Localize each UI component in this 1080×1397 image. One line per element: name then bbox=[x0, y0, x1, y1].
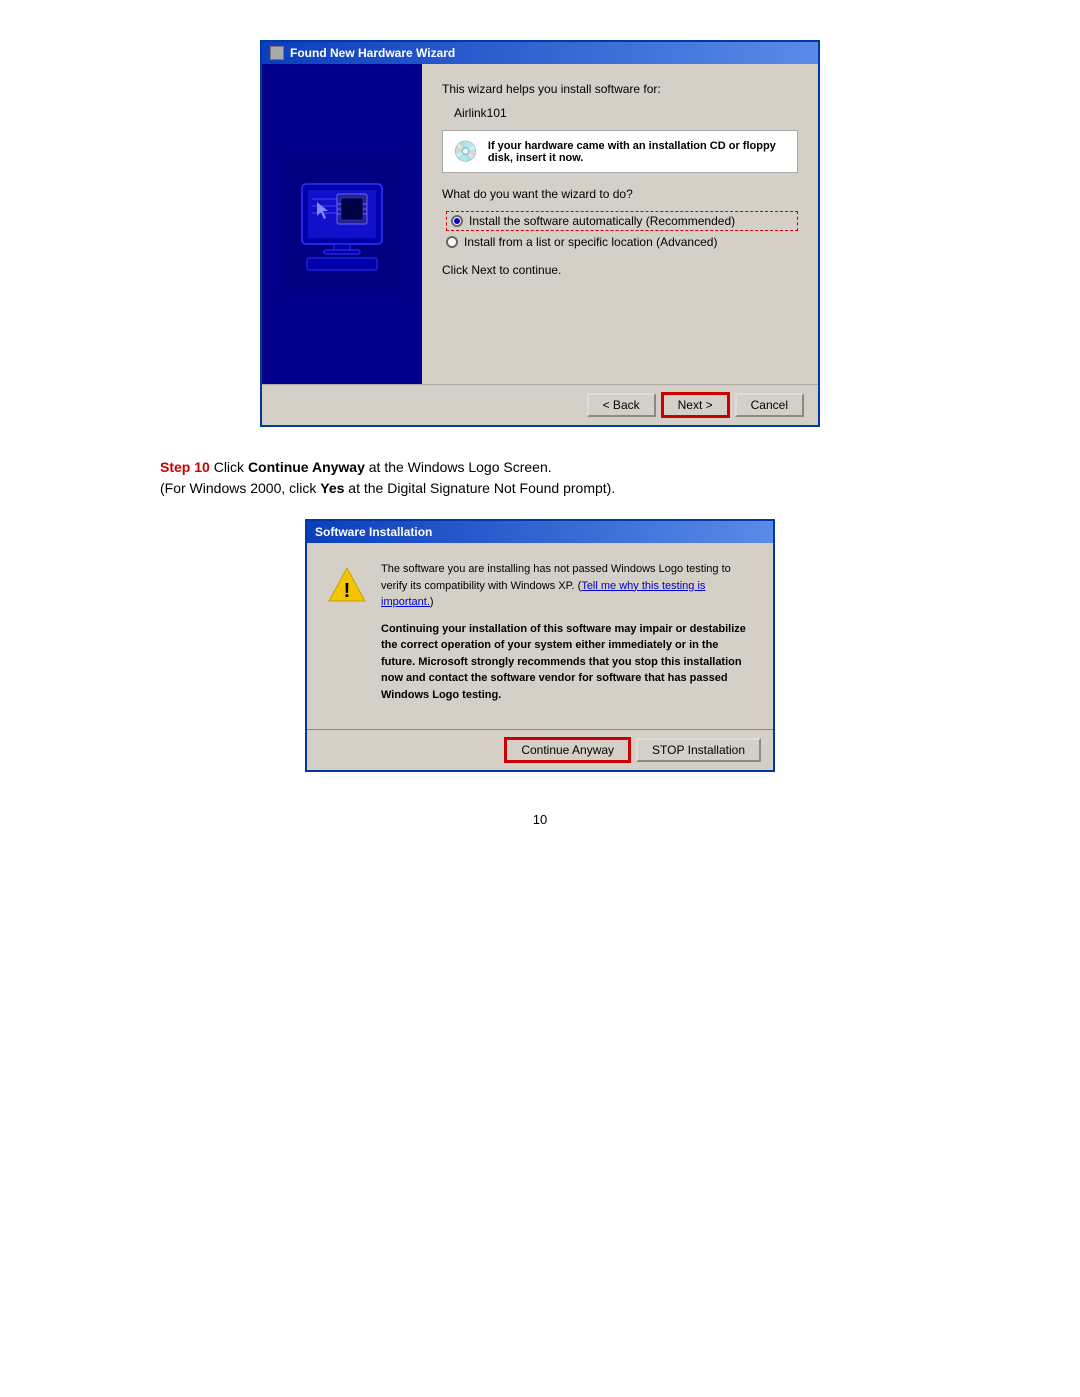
step-text-block: Step 10 Click Continue Anyway at the Win… bbox=[160, 457, 920, 499]
software-para1: The software you are installing has not … bbox=[381, 561, 753, 611]
step-label: Step 10 bbox=[160, 459, 210, 475]
wizard-title-icon bbox=[270, 46, 284, 60]
wizard-question: What do you want the wizard to do? bbox=[442, 187, 798, 201]
next-button[interactable]: Next > bbox=[662, 393, 729, 417]
cancel-button[interactable]: Cancel bbox=[735, 393, 804, 417]
step-line1: Step 10 Click Continue Anyway at the Win… bbox=[160, 457, 920, 478]
software-installation-dialog: Software Installation ! The software you… bbox=[305, 519, 775, 772]
step-line2: (For Windows 2000, click Yes at the Digi… bbox=[160, 478, 920, 499]
wizard-intro-text: This wizard helps you install software f… bbox=[442, 82, 798, 96]
click-next-text: Click Next to continue. bbox=[442, 263, 798, 277]
software-para2: Continuing your installation of this sof… bbox=[381, 621, 753, 704]
step-text-line2b: at the Digital Signature Not Found promp… bbox=[344, 480, 615, 496]
cd-icon: 💿 bbox=[453, 139, 478, 164]
software-text-block: The software you are installing has not … bbox=[381, 561, 753, 703]
step-text-line2a: (For Windows 2000, click bbox=[160, 480, 320, 496]
back-button[interactable]: < Back bbox=[587, 393, 656, 417]
option-auto-label: Install the software automatically (Reco… bbox=[469, 214, 735, 228]
step-text1: Click bbox=[210, 459, 248, 475]
radio-auto[interactable] bbox=[451, 215, 463, 227]
warning-icon: ! bbox=[327, 565, 367, 605]
wizard-body: This wizard helps you install software f… bbox=[262, 64, 818, 384]
device-name: Airlink101 bbox=[454, 106, 798, 120]
radio-manual[interactable] bbox=[446, 236, 458, 248]
page-number: 10 bbox=[533, 812, 547, 827]
step-bold2: Yes bbox=[320, 480, 344, 496]
cd-hint-box: 💿 If your hardware came with an installa… bbox=[442, 130, 798, 173]
option-auto[interactable]: Install the software automatically (Reco… bbox=[446, 211, 798, 231]
cd-hint-text: If your hardware came with an installati… bbox=[488, 140, 787, 164]
warning-icon-container: ! bbox=[327, 565, 367, 703]
stop-installation-button[interactable]: STOP Installation bbox=[636, 738, 761, 762]
warning-triangle-svg: ! bbox=[327, 565, 367, 605]
step-text2: at the Windows Logo Screen. bbox=[365, 459, 552, 475]
wizard-content: This wizard helps you install software f… bbox=[422, 64, 818, 384]
wizard-title-text: Found New Hardware Wizard bbox=[290, 46, 455, 60]
software-title-text: Software Installation bbox=[315, 525, 432, 539]
wizard-titlebar: Found New Hardware Wizard bbox=[262, 42, 818, 64]
wizard-sidebar bbox=[262, 64, 422, 384]
svg-text:!: ! bbox=[344, 580, 351, 602]
install-options: Install the software automatically (Reco… bbox=[446, 211, 798, 249]
option-manual[interactable]: Install from a list or specific location… bbox=[446, 235, 798, 249]
software-footer: Continue Anyway STOP Installation bbox=[307, 729, 773, 770]
step-bold1: Continue Anyway bbox=[248, 459, 365, 475]
found-new-hardware-wizard: Found New Hardware Wizard bbox=[260, 40, 820, 427]
software-body: ! The software you are installing has no… bbox=[307, 543, 773, 713]
software-para1-end: ) bbox=[430, 596, 434, 608]
wizard-footer: < Back Next > Cancel bbox=[262, 384, 818, 425]
option-manual-label: Install from a list or specific location… bbox=[464, 235, 717, 249]
software-titlebar: Software Installation bbox=[307, 521, 773, 543]
wizard-sidebar-graphic bbox=[282, 154, 402, 294]
continue-anyway-button[interactable]: Continue Anyway bbox=[505, 738, 630, 762]
